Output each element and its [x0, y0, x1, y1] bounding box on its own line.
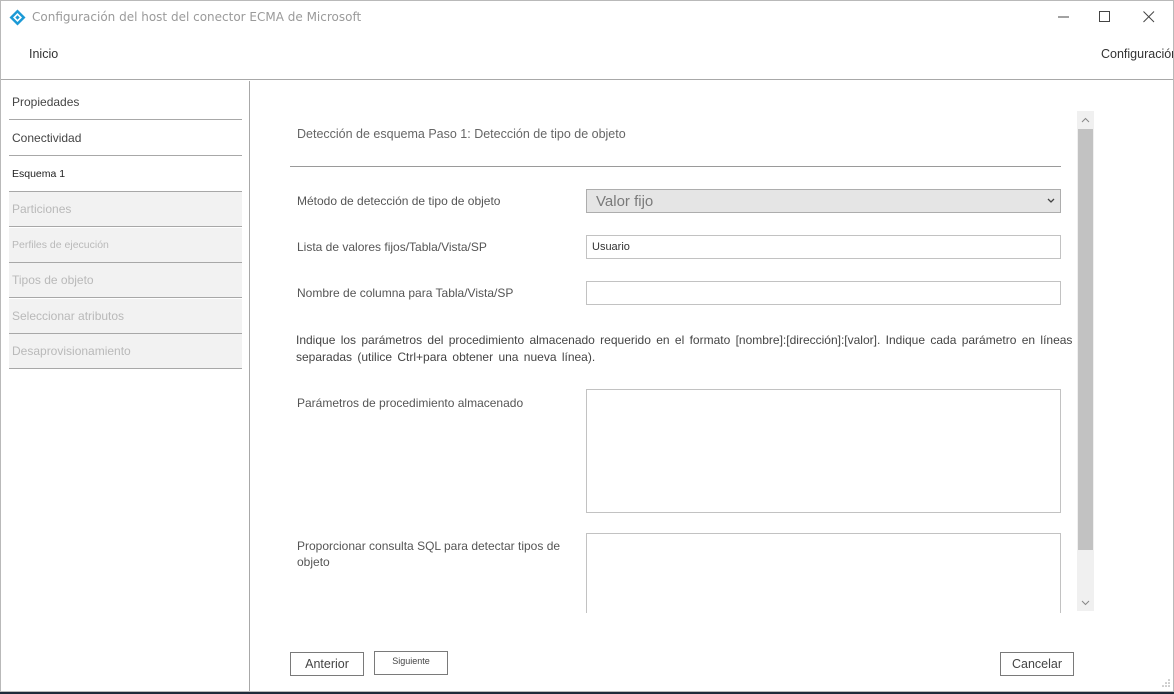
minimize-icon [1058, 16, 1069, 18]
title-bar: Configuración del host del conector ECMA… [1, 1, 1173, 33]
vertical-scrollbar[interactable] [1077, 111, 1094, 611]
sql-query-textarea[interactable] [586, 533, 1061, 613]
fixed-values-label: Lista de valores fijos/Tabla/Vista/SP [297, 240, 487, 254]
close-icon [1143, 11, 1155, 23]
sidebar-item-esquema-1[interactable]: Esquema 1 [9, 157, 242, 192]
menu-home[interactable]: Inicio [29, 47, 58, 61]
stored-procedure-params-label: Parámetros de procedimiento almacenado [297, 396, 524, 410]
column-name-input[interactable] [586, 281, 1061, 305]
step-title: Detección de esquema Paso 1: Detección d… [297, 127, 626, 141]
maximize-icon [1099, 11, 1110, 22]
resize-grip-icon[interactable] [1159, 678, 1171, 690]
fixed-values-input[interactable]: Usuario [586, 235, 1061, 259]
column-name-label: Nombre de columna para Tabla/Vista/SP [297, 286, 514, 300]
detection-method-select[interactable]: Valor fijo [586, 189, 1061, 213]
app-window: Configuración del host del conector ECMA… [0, 0, 1174, 692]
close-button[interactable] [1126, 1, 1172, 33]
section-divider [290, 166, 1061, 167]
previous-button[interactable]: Anterior [290, 652, 364, 676]
menu-settings[interactable]: Configuración [1101, 47, 1173, 61]
sidebar-item-tipos-objeto: Tipos de objeto [9, 263, 242, 298]
sql-query-label: Proporcionar consulta SQL para detectar … [297, 539, 561, 569]
sidebar-item-conectividad[interactable]: Conectividad [9, 121, 242, 156]
stored-procedure-params-textarea[interactable] [586, 389, 1061, 513]
detection-method-value: Valor fijo [596, 193, 654, 210]
menu-bar: Inicio Configuración [1, 33, 1173, 80]
scroll-thumb[interactable] [1078, 129, 1093, 550]
sidebar-item-seleccionar-atributos: Seleccionar atributos [9, 299, 242, 334]
scroll-down-button[interactable] [1077, 594, 1094, 611]
scroll-up-button[interactable] [1077, 111, 1094, 128]
connector-diamond-icon [9, 9, 26, 26]
sidebar-item-particiones: Particiones [9, 192, 242, 227]
fixed-values-value: Usuario [592, 241, 630, 253]
detection-method-label: Método de detección de tipo de objeto [297, 194, 501, 208]
chevron-down-icon [1047, 198, 1055, 203]
window-title: Configuración del host del conector ECMA… [32, 10, 362, 24]
maximize-button[interactable] [1082, 1, 1128, 33]
stored-procedure-instructions: Indique los parámetros del procedimiento… [296, 332, 1138, 366]
chevron-down-icon [1081, 600, 1090, 605]
cancel-button[interactable]: Cancelar [1000, 652, 1074, 676]
sidebar-item-propiedades[interactable]: Propiedades [9, 85, 242, 120]
chevron-up-icon [1081, 117, 1090, 122]
instructions-line-1: Indique los parámetros del procedimiento… [296, 333, 1073, 347]
main-content: Detección de esquema Paso 1: Detección d… [251, 81, 1173, 691]
sidebar-nav: Propiedades Conectividad Esquema 1 Parti… [1, 81, 250, 691]
minimize-button[interactable] [1041, 1, 1087, 33]
next-button[interactable]: Siguiente [374, 651, 448, 675]
sidebar-item-desaprovisionamiento: Desaprovisionamiento [9, 334, 242, 369]
instructions-line-2: separadas (utilice Ctrl+para obtener una… [296, 350, 596, 364]
sidebar-item-perfiles-ejecucion: Perfiles de ejecución [9, 228, 242, 263]
